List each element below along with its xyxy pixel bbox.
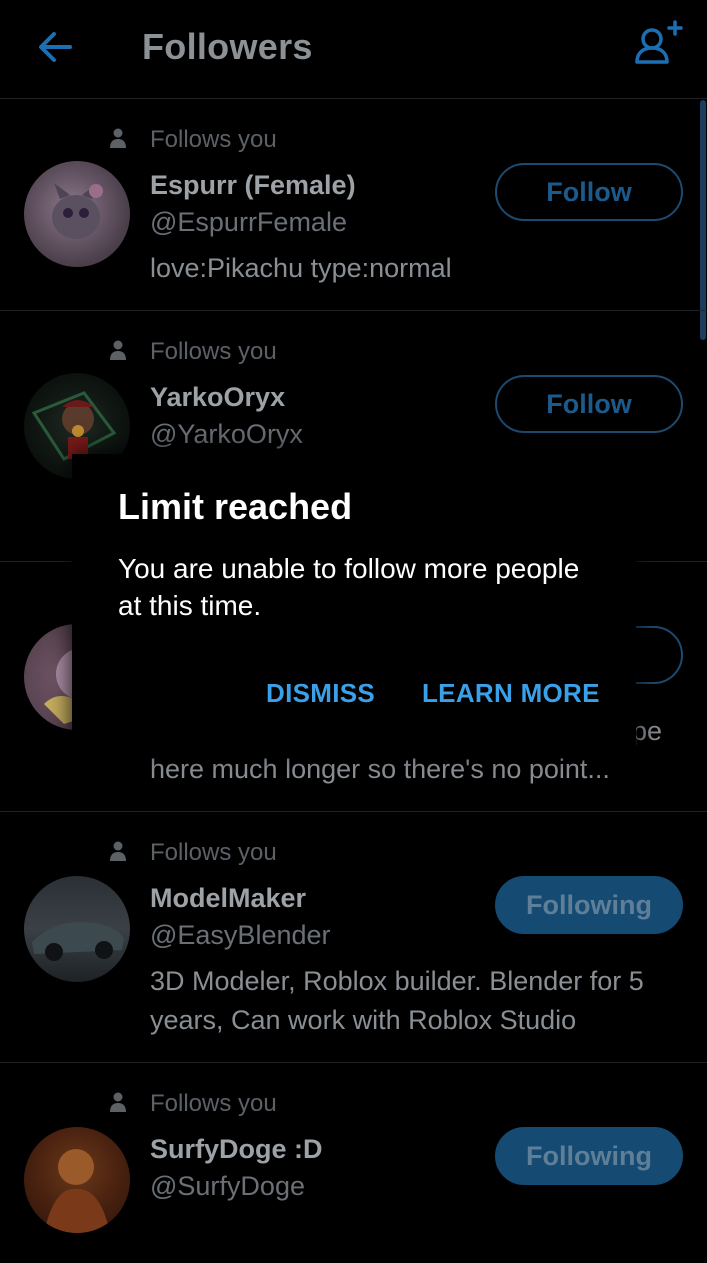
user-name[interactable]: SurfyDoge :D bbox=[150, 1134, 323, 1165]
dismiss-button[interactable]: DISMISS bbox=[266, 678, 375, 709]
avatar[interactable] bbox=[24, 161, 130, 267]
user-bio: here much longer so there's no point... bbox=[150, 754, 610, 784]
arrow-left-icon bbox=[39, 32, 72, 62]
limit-reached-dialog: Limit reached You are unable to follow m… bbox=[72, 454, 636, 748]
user-name[interactable]: Espurr (Female) bbox=[150, 170, 356, 201]
following-button[interactable]: Following bbox=[495, 1127, 683, 1185]
user-handle: @SurfyDoge bbox=[150, 1171, 305, 1201]
list-item[interactable]: Follows you ModelMaker @EasyBlender 3D M… bbox=[0, 812, 707, 1063]
add-user-icon bbox=[635, 20, 683, 64]
avatar[interactable] bbox=[24, 876, 130, 982]
user-handle: @EspurrFemale bbox=[150, 207, 347, 237]
user-bio: love:Pikachu type:normal bbox=[150, 253, 452, 283]
add-user-button[interactable] bbox=[630, 16, 686, 72]
dialog-title: Limit reached bbox=[118, 486, 353, 527]
follow-button[interactable]: Follow bbox=[495, 163, 683, 221]
list-item[interactable]: Follows you SurfyDoge :D @SurfyDoge Foll… bbox=[0, 1063, 707, 1263]
avatar[interactable] bbox=[24, 1127, 130, 1233]
person-icon bbox=[110, 1092, 126, 1112]
person-icon bbox=[110, 841, 126, 861]
back-button[interactable] bbox=[30, 24, 80, 70]
following-button[interactable]: Following bbox=[495, 876, 683, 934]
learn-more-button[interactable]: LEARN MORE bbox=[422, 678, 600, 709]
person-icon bbox=[110, 340, 126, 360]
user-handle: @EasyBlender bbox=[150, 920, 331, 950]
follow-button[interactable]: Follow bbox=[495, 375, 683, 433]
user-name[interactable]: ModelMaker bbox=[150, 883, 306, 914]
top-app-bar: Followers bbox=[0, 0, 707, 99]
page-title: Followers bbox=[142, 26, 313, 67]
followers-screen: Followers Follows you Espurr (Female) @E… bbox=[0, 0, 707, 1233]
person-icon bbox=[110, 128, 126, 148]
user-bio: 3D Modeler, Roblox builder. Blender for … bbox=[150, 966, 644, 1035]
user-name[interactable]: YarkoOryx bbox=[150, 382, 285, 413]
list-item[interactable]: Follows you Espurr (Female) @EspurrFemal… bbox=[0, 99, 707, 311]
dialog-message: You are unable to follow more people at … bbox=[118, 553, 580, 621]
user-handle: @YarkoOryx bbox=[150, 419, 303, 449]
